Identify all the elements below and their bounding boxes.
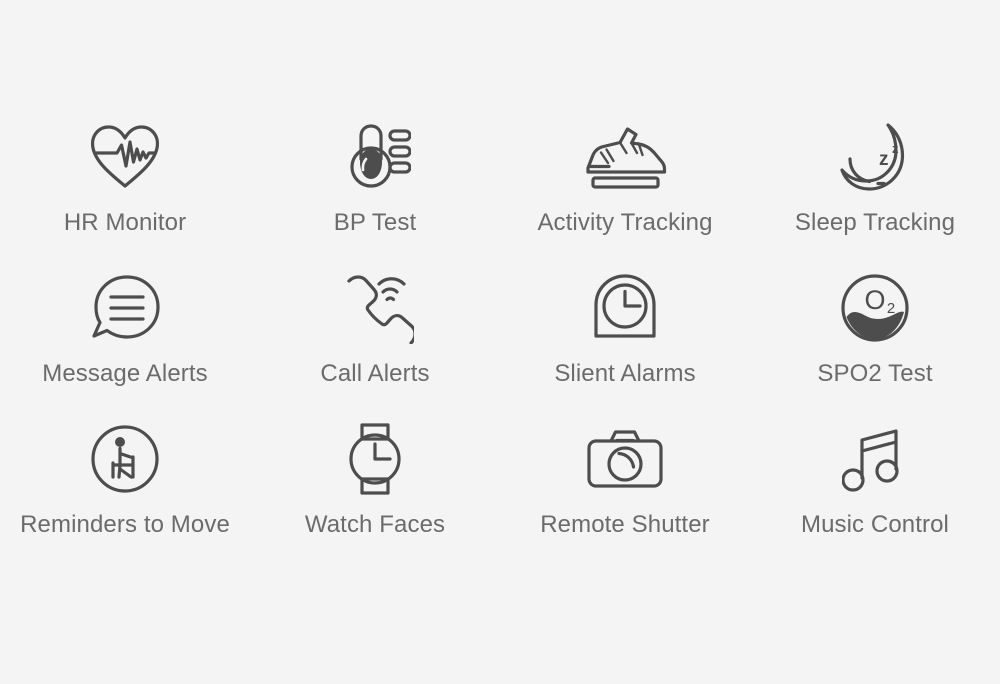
heart-pulse-icon — [87, 118, 163, 196]
feature-label: HR Monitor — [63, 209, 187, 236]
feature-item-hr-monitor[interactable]: HR Monitor — [0, 118, 250, 269]
feature-item-watch-faces[interactable]: Watch Faces — [250, 420, 500, 571]
feature-label: Slient Alarms — [554, 360, 696, 387]
moon-zzz-icon: z z — [838, 118, 912, 196]
arch-clock-icon — [590, 269, 660, 347]
feature-label: Music Control — [800, 511, 949, 538]
feature-label: Reminders to Move — [20, 511, 230, 538]
feature-label: Message Alerts — [42, 360, 208, 387]
feature-item-call-alerts[interactable]: Call Alerts — [250, 269, 500, 420]
feature-item-activity-tracking[interactable]: Activity Tracking — [500, 118, 750, 269]
feature-item-music-control[interactable]: Music Control — [750, 420, 1000, 571]
speech-bubble-lines-icon — [89, 269, 161, 347]
seated-person-circle-icon — [89, 420, 161, 498]
feature-item-message-alerts[interactable]: Message Alerts — [0, 269, 250, 420]
feature-label: Watch Faces — [304, 511, 446, 538]
feature-grid: HR Monitor BP Test Activity Tracking z z… — [0, 0, 1000, 684]
spo2-subscript-glyph: 2 — [887, 300, 895, 317]
sleep-z-large: z — [879, 149, 889, 170]
feature-item-sleep-tracking[interactable]: z z Sleep Tracking — [750, 118, 1000, 269]
sleep-z-small: z — [892, 141, 899, 156]
feature-item-spo2-test[interactable]: O 2 SPO2 Test — [750, 269, 1000, 420]
blood-pressure-bulb-icon — [339, 118, 411, 196]
oxygen-drop-circle-icon: O 2 — [839, 269, 911, 347]
phone-handset-waves-icon — [336, 269, 414, 347]
feature-row: Message Alerts Call Alerts Slient Alarms… — [0, 269, 1000, 420]
feature-label: BP Test — [333, 209, 417, 236]
wristwatch-icon — [343, 420, 407, 498]
feature-item-slient-alarms[interactable]: Slient Alarms — [500, 269, 750, 420]
spo2-o-glyph: O — [864, 285, 885, 315]
feature-item-remote-shutter[interactable]: Remote Shutter — [500, 420, 750, 571]
feature-row: HR Monitor BP Test Activity Tracking z z… — [0, 118, 1000, 269]
running-shoe-icon — [579, 118, 671, 196]
camera-icon — [585, 420, 665, 498]
feature-label: Call Alerts — [320, 360, 430, 387]
feature-item-bp-test[interactable]: BP Test — [250, 118, 500, 269]
music-note-icon — [842, 420, 908, 498]
feature-label: SPO2 Test — [817, 360, 933, 387]
feature-row: Reminders to Move Watch Faces Remote Shu… — [0, 420, 1000, 571]
feature-label: Activity Tracking — [537, 209, 713, 236]
feature-item-reminders-to-move[interactable]: Reminders to Move — [0, 420, 250, 571]
feature-label: Remote Shutter — [540, 511, 710, 538]
feature-label: Sleep Tracking — [794, 209, 956, 236]
